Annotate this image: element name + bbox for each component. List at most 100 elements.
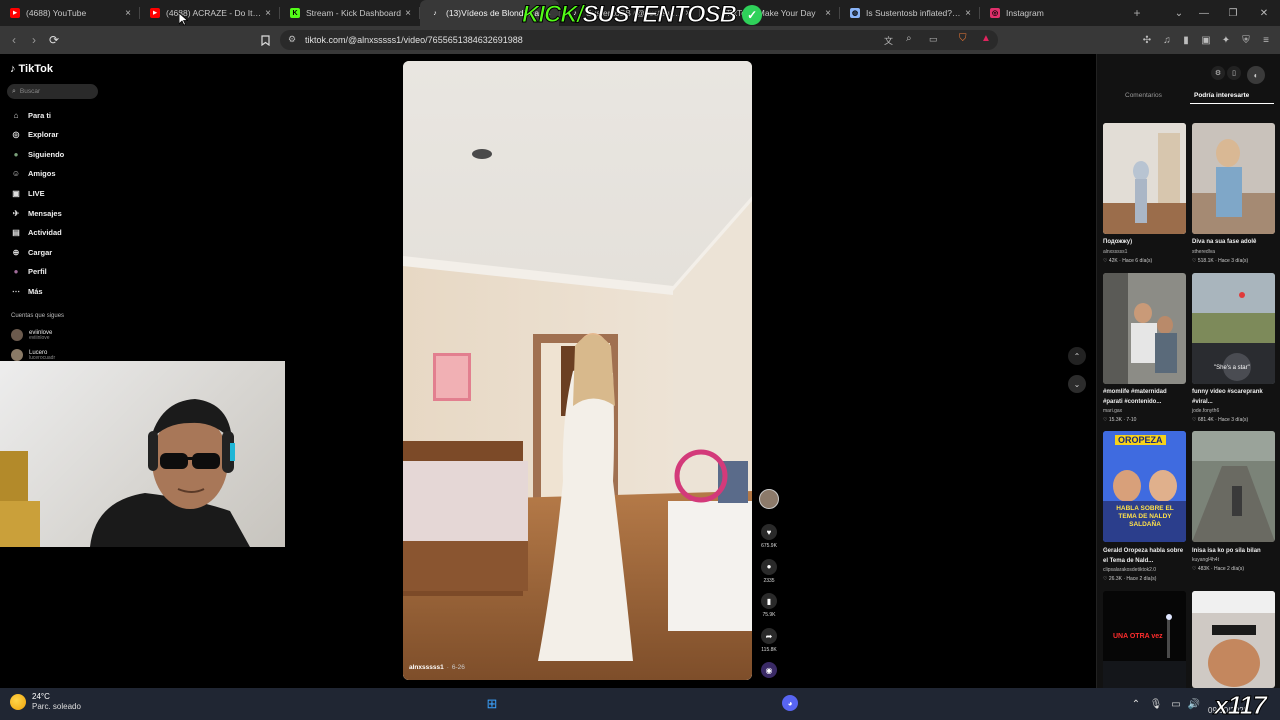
thumbnail-caption: UNA OTRA vez	[1113, 633, 1163, 640]
zoom-icon[interactable]: ⌕	[906, 33, 912, 44]
sidebar-item-siguiendo[interactable]: ● Siguiendo	[11, 147, 65, 161]
suggested-thumbnail[interactable]: OROPEZA HABLA SOBRE EL TEMA DE NALDY SAL…	[1103, 431, 1186, 542]
suggested-title[interactable]: funny video #scareprank #viral...	[1192, 387, 1276, 407]
comment-button[interactable]: ● 2335	[760, 558, 778, 584]
sidebar-item-explorar[interactable]: ◎ Explorar	[11, 128, 59, 142]
discord-icon[interactable]: ◕	[782, 695, 798, 711]
following-item[interactable]: Lucero lucerocuadr	[11, 349, 55, 361]
back-icon[interactable]: ‹	[4, 30, 24, 50]
volume-icon[interactable]: 🔊	[1186, 696, 1202, 712]
tab-close-icon[interactable]: ×	[825, 8, 831, 19]
wallet-icon[interactable]: ▣	[1199, 33, 1213, 47]
taskbar: 24°C Parc. soleado ⊞ ◕ ⌃ 🎙 ▭ 🔊	[0, 688, 1280, 720]
sidebar-item-actividad[interactable]: ▤ Actividad	[11, 226, 62, 240]
music-disc-icon: ◉	[761, 662, 777, 678]
minimize-icon[interactable]: —	[1192, 0, 1216, 26]
suggested-user[interactable]: jode.fonyth6	[1192, 408, 1219, 414]
reload-icon[interactable]: ⟳	[44, 30, 64, 50]
address-bar: ‹ › ⟳ ⚙ tiktok.com/@alnxsssss1/video/765…	[0, 26, 1280, 54]
cast-icon[interactable]: ▭	[929, 34, 938, 45]
bookmark-page-icon[interactable]	[255, 30, 275, 50]
suggested-user[interactable]: stheredlva	[1192, 249, 1215, 255]
video-player[interactable]	[403, 61, 752, 680]
url-field[interactable]: ⚙ tiktok.com/@alnxsssss1/video/765565138…	[280, 30, 998, 50]
suggested-user[interactable]: mari.gax	[1103, 408, 1122, 414]
tab-close-icon[interactable]: ×	[405, 8, 411, 19]
tab-close-icon[interactable]: ×	[125, 8, 131, 19]
suggested-thumbnail[interactable]	[1103, 273, 1186, 384]
microphone-icon[interactable]: 🎙	[1148, 696, 1164, 712]
suggested-user[interactable]: alnxsssss1	[1103, 249, 1127, 255]
browser-tab[interactable]: ◎ Instagram	[980, 0, 1119, 26]
user-avatar[interactable]: ◐	[1247, 66, 1265, 84]
suggested-title[interactable]: Diva na sua fase adolê	[1192, 237, 1276, 247]
tab-search-icon[interactable]: ⌄	[1167, 0, 1191, 26]
suggested-thumbnail[interactable]	[1192, 591, 1275, 688]
network-icon[interactable]: ▭	[1168, 696, 1184, 712]
suggested-title[interactable]: #momlife #maternidad #parati #contenido.…	[1103, 387, 1187, 407]
music-disc-button[interactable]: ◉	[760, 662, 778, 678]
suggested-thumbnail[interactable]: "She's a star"	[1192, 273, 1275, 384]
activity-icon: ▤	[12, 228, 20, 238]
following-item[interactable]: eviinlove eviiinlove	[11, 329, 52, 341]
video-author[interactable]: alnxsssss1	[409, 664, 444, 671]
sidebar-item-label: Explorar	[28, 130, 59, 140]
browser-tab[interactable]: ◍ Is Sustentosb inflated? Kick er ×	[840, 0, 979, 26]
sidebar-item-cargar[interactable]: ⊕ Cargar	[11, 245, 53, 259]
tab-suggested[interactable]: Podría interesarte	[1194, 92, 1249, 99]
tab-close-icon[interactable]: ×	[965, 8, 971, 19]
kick-overlay-banner: KICK/SUSTENTOSB ✓	[521, 1, 762, 29]
sidebar-toggle-icon[interactable]: ▮	[1179, 33, 1193, 47]
compass-icon: ◎	[12, 130, 20, 140]
suggested-title[interactable]: Inisa isa ko po sila bilan	[1192, 546, 1276, 556]
bookmark-button[interactable]: ▮ 75.9K	[760, 593, 778, 618]
sidebar-item-live[interactable]: ▣ LIVE	[11, 186, 44, 200]
new-tab-button[interactable]: +	[1125, 0, 1149, 26]
brave-rewards-icon[interactable]: ▲	[981, 33, 991, 44]
forward-icon[interactable]: ›	[24, 30, 44, 50]
suggested-thumbnail[interactable]	[1103, 123, 1186, 234]
sidebar-item-mensajes[interactable]: ✈ Mensajes	[11, 206, 62, 220]
suggested-title[interactable]: Подожжу)	[1103, 237, 1187, 247]
sidebar-item-amigos[interactable]: ☺ Amigos	[11, 167, 56, 181]
panel-settings-icon[interactable]: ⚙	[1211, 66, 1225, 80]
vpn-icon[interactable]: ⛨	[1239, 33, 1253, 47]
share-icon: ➦	[761, 628, 777, 645]
scroll-up-icon[interactable]: ⌃	[1068, 347, 1086, 365]
heart-button[interactable]: ♥ 675.9K	[760, 524, 778, 549]
suggested-thumbnail[interactable]: UNA OTRA vez	[1103, 591, 1186, 702]
sidebar-item-para-ti[interactable]: ⌂ Para ti	[11, 108, 51, 122]
leo-ai-icon[interactable]: ✦	[1219, 33, 1233, 47]
scroll-down-icon[interactable]: ⌄	[1068, 375, 1086, 393]
suggested-user[interactable]: kuyangl4h4t	[1192, 557, 1219, 563]
translate-icon[interactable]: 文	[884, 34, 893, 47]
windows-start-icon[interactable]: ⊞	[484, 696, 500, 712]
share-button[interactable]: ➦ 115.8K	[760, 628, 778, 653]
browser-tab[interactable]: ▶ (4688) YouTube ×	[0, 0, 139, 26]
brave-shield-icon[interactable]: ⛉	[959, 33, 967, 44]
suggested-thumbnail[interactable]	[1192, 123, 1275, 234]
close-window-icon[interactable]: ✕	[1252, 0, 1276, 26]
tray-overflow-icon[interactable]: ⌃	[1128, 696, 1144, 712]
tab-comments[interactable]: Comentarios	[1125, 92, 1162, 99]
sidebar-item-m-s[interactable]: ⋯ Más	[11, 284, 43, 298]
extensions-icon[interactable]: ✣	[1140, 33, 1154, 47]
suggested-thumbnail[interactable]	[1192, 431, 1275, 542]
site-info-icon[interactable]: ⚙	[288, 34, 296, 45]
sidebar-item-perfil[interactable]: ● Perfil	[11, 265, 47, 279]
media-icon[interactable]: ♫	[1160, 33, 1174, 47]
panel-bookmark-icon[interactable]: ▯	[1227, 66, 1241, 80]
tiktok-logo[interactable]: ♪ TikTok	[10, 63, 53, 75]
creator-avatar-button[interactable]	[759, 489, 779, 509]
weather-temp: 24°C	[32, 692, 50, 701]
browser-tab[interactable]: K Stream - Kick Dashboard ×	[280, 0, 419, 26]
browser-tab[interactable]: ▶ (4688) ACRAZE - Do It To ×	[140, 0, 279, 26]
tab-close-icon[interactable]: ×	[265, 8, 271, 19]
suggested-title[interactable]: Gerald Oropeza habla sobre el Tema de Na…	[1103, 546, 1187, 566]
suggested-user[interactable]: clipsalarakosdetiktok2.0	[1103, 567, 1156, 573]
menu-icon[interactable]: ≡	[1259, 33, 1273, 47]
search-input[interactable]: ⌕ Buscar	[7, 84, 98, 99]
suggested-stats: ♡ 483K · Hace 2 día(s)	[1192, 566, 1245, 572]
weather-widget[interactable]: 24°C Parc. soleado	[10, 692, 81, 712]
maximize-icon[interactable]: ❐	[1221, 0, 1245, 26]
